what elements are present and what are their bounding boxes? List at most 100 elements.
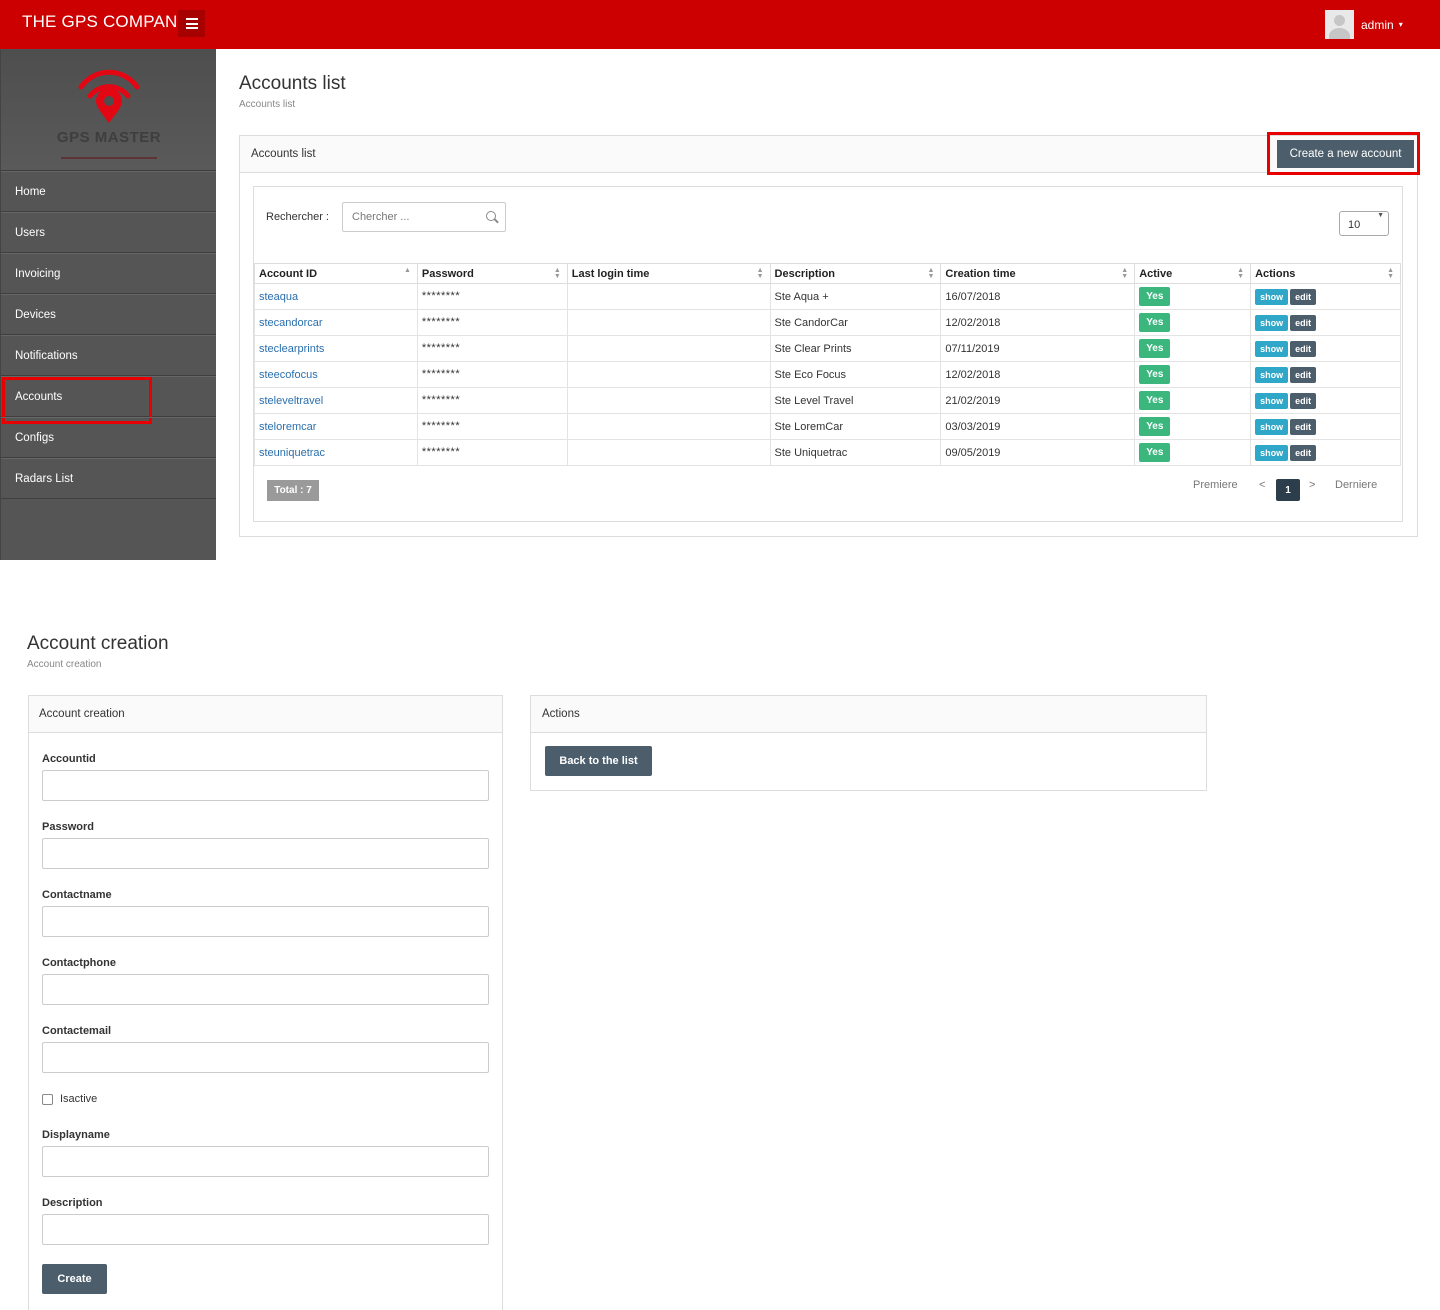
table-row: steaqua ******** Ste Aqua + 16/07/2018 Y…	[254, 283, 1401, 310]
edit-button[interactable]: edit	[1290, 314, 1317, 331]
show-button[interactable]: show	[1255, 366, 1289, 383]
contactphone-field[interactable]	[42, 974, 489, 1005]
last-login-cell	[566, 413, 771, 440]
sidebar-item-devices[interactable]: Devices	[1, 294, 216, 335]
accountid-label: Accountid	[42, 753, 96, 765]
sort-icon: ▲ ▼	[756, 267, 764, 280]
description-cell: Ste CandorCar	[769, 309, 942, 336]
active-badge: Yes	[1139, 391, 1171, 410]
last-login-cell	[566, 439, 771, 466]
actions-panel: Actions	[530, 695, 1207, 791]
account-id-link[interactable]: steclearprints	[259, 343, 324, 355]
password-cell: ********	[416, 283, 568, 310]
password-cell: ********	[416, 439, 568, 466]
password-cell: ********	[416, 309, 568, 336]
edit-button[interactable]: edit	[1290, 340, 1317, 357]
search-input[interactable]	[343, 211, 477, 223]
page-size-select[interactable]: 10	[1339, 211, 1389, 236]
isactive-checkbox[interactable]	[42, 1094, 53, 1105]
pager-next[interactable]: >	[1309, 479, 1315, 491]
active-badge: Yes	[1139, 339, 1171, 358]
account-id-link[interactable]: steloremcar	[259, 421, 316, 433]
search-icon[interactable]	[486, 211, 496, 221]
edit-button[interactable]: edit	[1290, 444, 1317, 461]
sidebar-item-notifications[interactable]: Notifications	[1, 335, 216, 376]
show-button[interactable]: show	[1255, 288, 1289, 305]
menu-toggle-button[interactable]	[178, 10, 205, 37]
sidebar-item-users[interactable]: Users	[1, 212, 216, 253]
description-cell: Ste Aqua +	[769, 283, 942, 310]
creation-time-cell: 21/02/2019	[940, 387, 1136, 414]
create-button[interactable]: Create	[42, 1264, 107, 1294]
sidebar-item-accounts[interactable]: Accounts	[1, 376, 216, 424]
pager-current-page[interactable]: 1	[1276, 479, 1300, 501]
contactemail-field[interactable]	[42, 1042, 489, 1073]
back-to-list-button[interactable]: Back to the list	[545, 746, 652, 776]
description-cell: Ste Uniquetrac	[769, 439, 942, 466]
pager-last[interactable]: Derniere	[1335, 479, 1377, 491]
password-field[interactable]	[42, 838, 489, 869]
sidebar-item-radars-list[interactable]: Radars List	[1, 458, 216, 499]
account-id-link[interactable]: steuniquetrac	[259, 447, 325, 459]
col-header-creation-time[interactable]: Creation time ▲ ▼	[940, 263, 1136, 284]
contactname-field[interactable]	[42, 906, 489, 937]
sidebar-item-home[interactable]: Home	[1, 171, 216, 212]
table-row: steloremcar ******** Ste LoremCar 03/03/…	[254, 413, 1401, 440]
displayname-label: Displayname	[42, 1129, 110, 1141]
col-header-actions[interactable]: Actions ▲ ▼	[1250, 263, 1401, 284]
last-login-cell	[566, 387, 771, 414]
user-menu[interactable]: admin ▾	[1325, 10, 1403, 39]
pager-prev[interactable]: <	[1259, 479, 1265, 491]
edit-button[interactable]: edit	[1290, 288, 1317, 305]
table-row: steecofocus ******** Ste Eco Focus 12/02…	[254, 361, 1401, 388]
col-header-active[interactable]: Active ▲ ▼	[1134, 263, 1252, 284]
sort-icon: ▲	[403, 267, 411, 274]
last-login-cell	[566, 283, 771, 310]
active-badge: Yes	[1139, 417, 1171, 436]
account-id-link[interactable]: steaqua	[259, 291, 298, 303]
col-header-description[interactable]: Description ▲ ▼	[769, 263, 942, 284]
edit-button[interactable]: edit	[1290, 366, 1317, 383]
last-login-cell	[566, 309, 771, 336]
col-header-last-login[interactable]: Last login time ▲ ▼	[566, 263, 771, 284]
show-button[interactable]: show	[1255, 340, 1289, 357]
description-field[interactable]	[42, 1214, 489, 1245]
account-creation-breadcrumb: Account creation	[27, 659, 102, 670]
table-header-row: Account ID ▲ Password ▲ ▼ Last login time ▲ ▼…	[254, 263, 1401, 284]
creation-time-cell: 09/05/2019	[940, 439, 1136, 466]
description-cell: Ste Eco Focus	[769, 361, 942, 388]
total-badge: Total : 7	[267, 480, 319, 501]
create-account-button[interactable]: Create a new account	[1277, 140, 1414, 168]
displayname-field[interactable]	[42, 1146, 489, 1177]
account-id-link[interactable]: steleveltravel	[259, 395, 323, 407]
col-header-account-id[interactable]: Account ID ▲	[254, 263, 418, 284]
show-button[interactable]: show	[1255, 444, 1289, 461]
active-badge: Yes	[1139, 365, 1171, 384]
creation-time-cell: 12/02/2018	[940, 361, 1136, 388]
last-login-cell	[566, 361, 771, 388]
description-label: Description	[42, 1197, 103, 1209]
show-button[interactable]: show	[1255, 392, 1289, 409]
sidebar-item-invoicing[interactable]: Invoicing	[1, 253, 216, 294]
account-id-link[interactable]: steecofocus	[259, 369, 318, 381]
show-button[interactable]: show	[1255, 314, 1289, 331]
col-header-password[interactable]: Password ▲ ▼	[416, 263, 568, 284]
creation-time-cell: 16/07/2018	[940, 283, 1136, 310]
show-button[interactable]: show	[1255, 418, 1289, 435]
edit-button[interactable]: edit	[1290, 418, 1317, 435]
avatar	[1325, 10, 1354, 39]
account-id-link[interactable]: stecandorcar	[259, 317, 323, 329]
table-row: stecandorcar ******** Ste CandorCar 12/0…	[254, 309, 1401, 336]
brand-title[interactable]: THE GPS COMPANY	[22, 12, 189, 32]
user-name: admin	[1361, 17, 1394, 32]
last-login-cell	[566, 335, 771, 362]
description-cell: Ste LoremCar	[769, 413, 942, 440]
active-badge: Yes	[1139, 287, 1171, 306]
password-label: Password	[42, 821, 94, 833]
accountid-field[interactable]	[42, 770, 489, 801]
password-cell: ********	[416, 361, 568, 388]
sidebar-item-configs[interactable]: Configs	[1, 417, 216, 458]
pager-first[interactable]: Premiere	[1193, 479, 1238, 491]
logo-underline	[1, 148, 217, 162]
edit-button[interactable]: edit	[1290, 392, 1317, 409]
